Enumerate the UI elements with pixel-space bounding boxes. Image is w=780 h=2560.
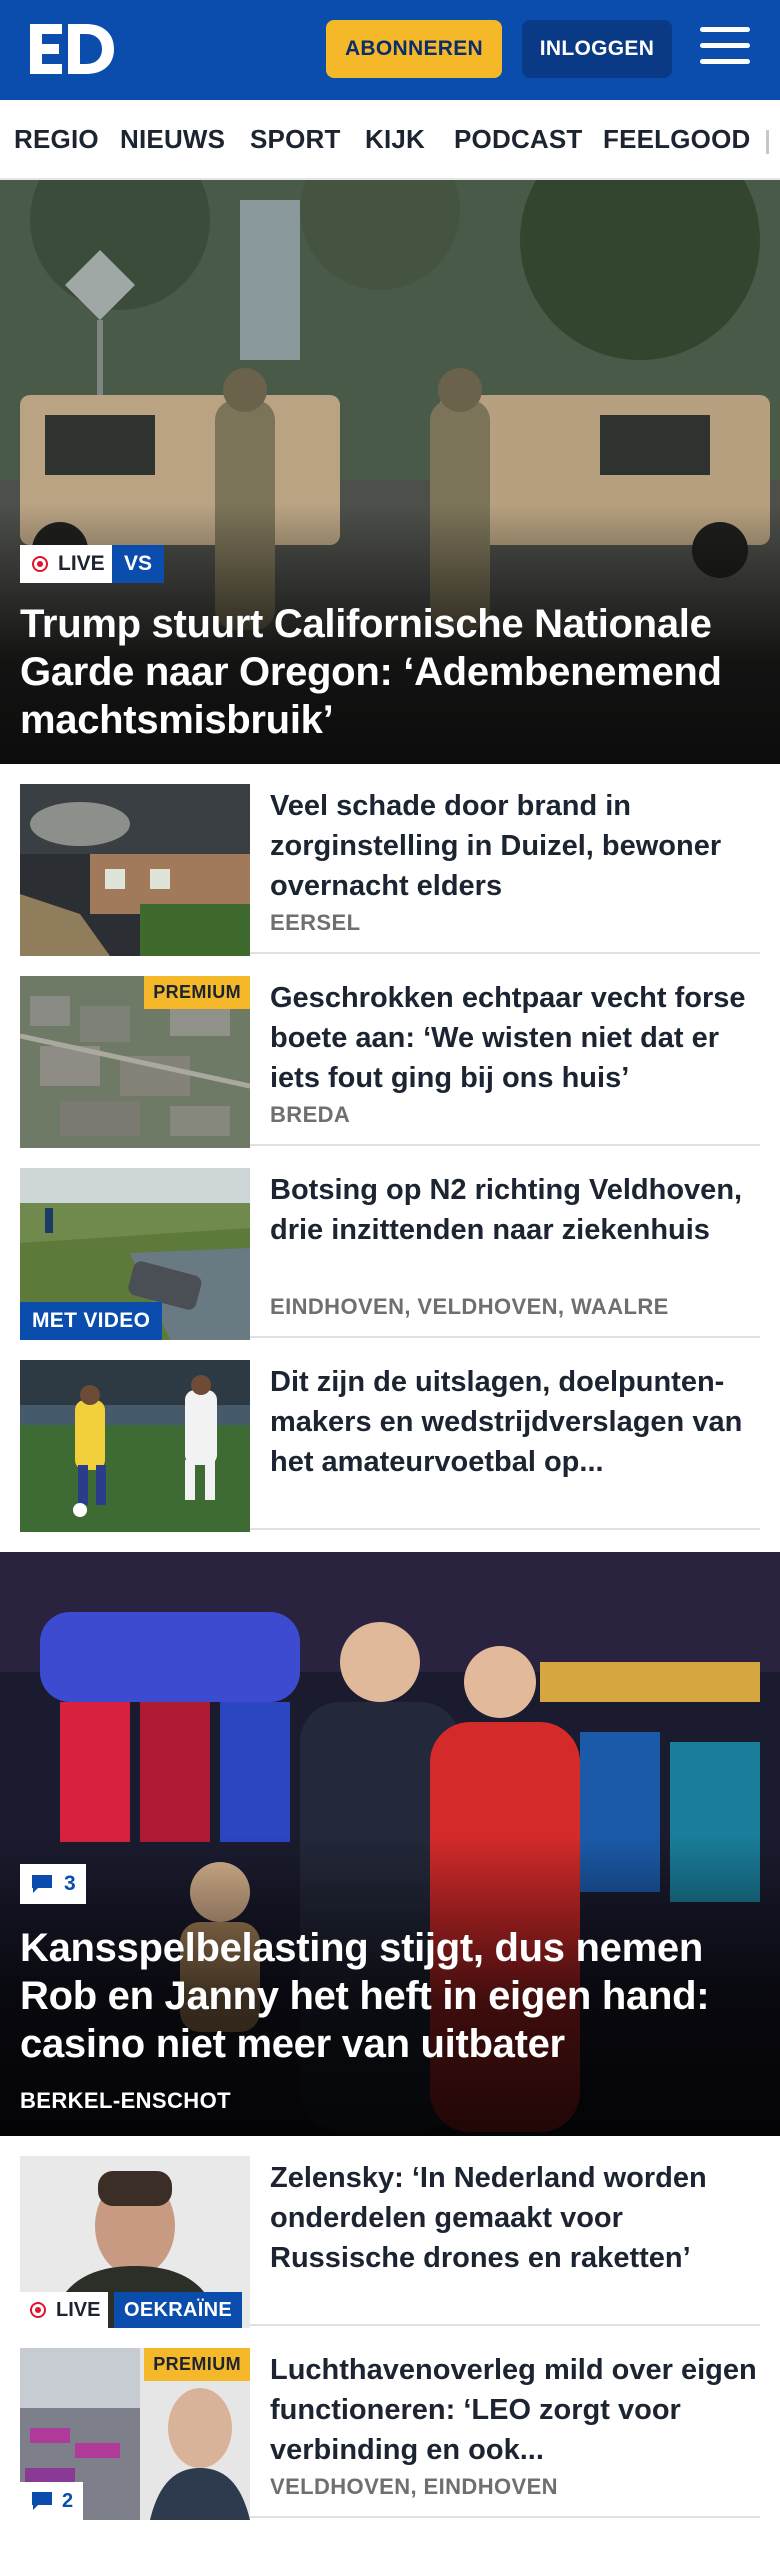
- comment-icon: [32, 1875, 52, 1893]
- comment-count-badge[interactable]: 3: [20, 1864, 86, 1904]
- live-badge: LIVE: [20, 545, 115, 583]
- nav-item-feelgood[interactable]: FEELGOOD: [603, 124, 751, 155]
- article-thumbnail: [20, 1360, 250, 1532]
- list-item[interactable]: Dit zijn de uitslagen, doelpunten­makers…: [20, 1340, 760, 1532]
- nav-item-sport[interactable]: SPORT: [250, 124, 341, 155]
- hero-title[interactable]: Trump stuurt Californische Nationale Gar…: [20, 600, 770, 744]
- article-title[interactable]: Zelensky: ‘In Nederland worden onderdele…: [270, 2158, 760, 2278]
- article-location: VELDHOVEN, EINDHOVEN: [270, 2474, 558, 2499]
- hamburger-menu-icon[interactable]: [700, 27, 752, 71]
- live-badge: LIVE: [20, 2292, 109, 2328]
- article-location: BERKEL-ENSCHOT: [20, 2088, 231, 2113]
- article-location: EERSEL: [270, 910, 361, 935]
- comment-icon: [32, 2492, 52, 2510]
- live-dot-icon: [30, 2302, 46, 2318]
- list-item[interactable]: LIVE OEKRAÏNE Zelensky: ‘In Nederland wo…: [20, 2136, 760, 2328]
- article-location: EINDHOVEN, VELDHOVEN, WAALRE: [270, 1294, 669, 1319]
- live-dot-icon: [32, 556, 48, 572]
- nav-item-nieuws[interactable]: NIEUWS: [120, 124, 225, 155]
- video-badge: MET VIDEO: [20, 1302, 163, 1340]
- nav-overflow-indicator: [766, 130, 769, 154]
- article-thumbnail: PREMIUM 2: [20, 2348, 250, 2520]
- nav-item-podcast[interactable]: PODCAST: [454, 124, 583, 155]
- list-item[interactable]: MET VIDEO Botsing op N2 richting Veldhov…: [20, 1148, 760, 1340]
- topic-tag[interactable]: OEKRAÏNE: [114, 2292, 242, 2328]
- article-thumbnail: [20, 784, 250, 956]
- nav-item-kijk[interactable]: KIJK: [365, 124, 425, 155]
- article-title[interactable]: Botsing op N2 richting Veldhoven, drie i…: [270, 1170, 760, 1250]
- section-nav: REGIO NIEUWS SPORT KIJK PODCAST FEELGOOD: [0, 100, 780, 180]
- topic-tag[interactable]: VS: [112, 545, 165, 583]
- article-thumbnail: MET VIDEO: [20, 1168, 250, 1340]
- nav-item-regio[interactable]: REGIO: [14, 124, 99, 155]
- comment-count-badge[interactable]: 2: [20, 2482, 84, 2520]
- article-title[interactable]: Dit zijn de uitslagen, doelpunten­makers…: [270, 1362, 760, 1482]
- feature-title[interactable]: Kansspelbelasting stijgt, dus nemen Rob …: [20, 1924, 760, 2068]
- feature-article[interactable]: 3 Kansspelbelasting stijgt, dus nemen Ro…: [0, 1552, 780, 2136]
- subscribe-button[interactable]: ABONNEREN: [326, 20, 502, 78]
- list-item[interactable]: Veel schade door brand in zorginstelling…: [20, 764, 760, 956]
- article-title[interactable]: Geschrokken echtpaar vecht forse boete a…: [270, 978, 760, 1098]
- list-item[interactable]: PREMIUM 2 Luchthavenoverleg mild over ei…: [20, 2328, 760, 2520]
- premium-badge: PREMIUM: [144, 2348, 250, 2381]
- article-thumbnail: LIVE OEKRAÏNE: [20, 2156, 250, 2328]
- hero-article[interactable]: LIVE VS Trump stuurt Californische Natio…: [0, 180, 780, 764]
- article-thumbnail: PREMIUM: [20, 976, 250, 1148]
- article-location: BREDA: [270, 1102, 351, 1127]
- article-title[interactable]: Luchthavenoverleg mild over eigen functi…: [270, 2350, 760, 2470]
- site-header: ABONNEREN INLOGGEN: [0, 0, 780, 100]
- article-title[interactable]: Veel schade door brand in zorginstelling…: [270, 786, 760, 906]
- login-button[interactable]: INLOGGEN: [522, 20, 672, 78]
- premium-badge: PREMIUM: [144, 976, 250, 1009]
- list-item[interactable]: PREMIUM Geschrokken echtpaar vecht forse…: [20, 956, 760, 1148]
- logo[interactable]: [28, 20, 116, 78]
